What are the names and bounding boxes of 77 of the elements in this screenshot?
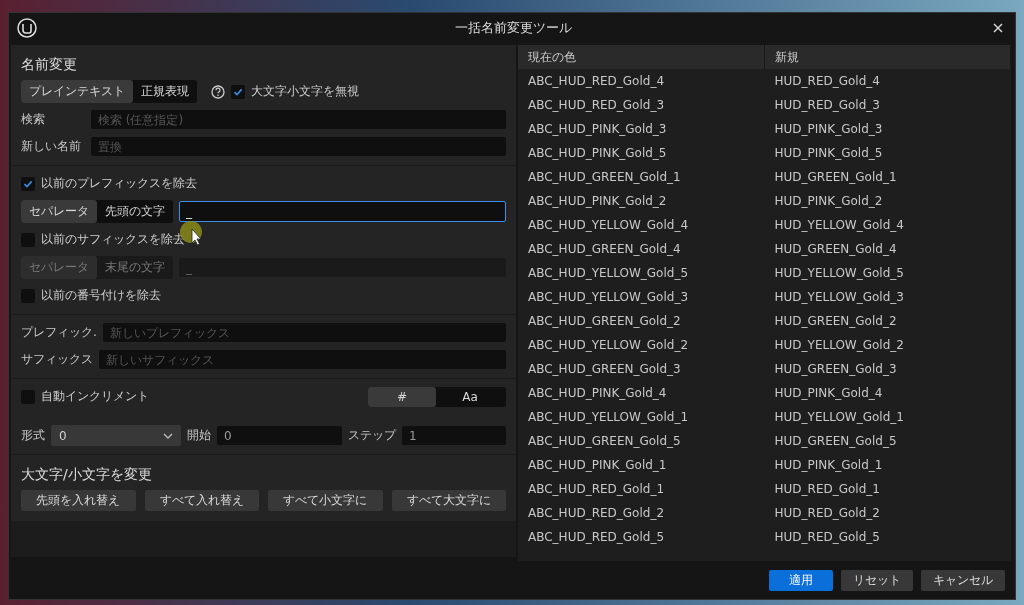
- table-cell-text: HUD_YELLOW_Gold_5: [773, 265, 905, 282]
- table-cell-text: ABC_HUD_PINK_Gold_5: [527, 145, 668, 162]
- table-cell-text: HUD_PINK_Gold_2: [773, 193, 884, 210]
- mode-tab[interactable]: セパレータ: [21, 200, 97, 223]
- dialog-button[interactable]: 適用: [769, 569, 833, 591]
- text-field[interactable]: _: [179, 201, 506, 222]
- field-label: 検索: [21, 111, 46, 128]
- dialog-button[interactable]: キャンセル: [921, 569, 1005, 591]
- window-title: 一括名前変更ツール: [453, 19, 573, 37]
- text-field[interactable]: 検索 (任意指定): [91, 110, 506, 129]
- field-label: 開始: [187, 427, 211, 444]
- table-cell-text: HUD_RED_Gold_5: [773, 529, 881, 546]
- mode-tab[interactable]: #: [368, 386, 436, 407]
- table-cell-text: HUD_GREEN_Gold_3: [773, 361, 898, 378]
- table-cell-text: HUD_RED_Gold_1: [773, 481, 881, 498]
- table-cell-text: ABC_HUD_YELLOW_Gold_3: [527, 289, 690, 306]
- column-header[interactable]: 現在の色: [518, 45, 765, 69]
- table-cell-text: HUD_GREEN_Gold_5: [773, 433, 898, 450]
- checkbox-label: 以前のプレフィックスを除去: [41, 175, 197, 192]
- table-cell-text: HUD_PINK_Gold_5: [773, 145, 884, 162]
- table-cell-text: ABC_HUD_GREEN_Gold_4: [527, 241, 682, 258]
- table-cell-text: ABC_HUD_RED_Gold_1: [527, 481, 666, 498]
- table-cell-text: ABC_HUD_PINK_Gold_3: [527, 121, 668, 138]
- checkbox-label: 以前の番号付けを除去: [41, 287, 161, 304]
- table-cell-text: HUD_PINK_Gold_3: [773, 121, 884, 138]
- case-button[interactable]: 先頭を入れ替え: [21, 490, 136, 511]
- table-cell-text: ABC_HUD_YELLOW_Gold_2: [527, 337, 690, 354]
- field-label: 新しい名前: [21, 138, 82, 155]
- table-cell-text: ABC_HUD_YELLOW_Gold_1: [527, 409, 690, 426]
- field-label: ステップ: [348, 427, 396, 444]
- number-field[interactable]: 1: [402, 426, 506, 445]
- table-cell-text: ABC_HUD_GREEN_Gold_2: [527, 313, 682, 330]
- table-cell-text: ABC_HUD_PINK_Gold_4: [527, 385, 668, 402]
- table-cell-text: HUD_RED_Gold_4: [773, 73, 881, 90]
- table-cell-text: HUD_GREEN_Gold_4: [773, 241, 898, 258]
- mode-tab[interactable]: 正規表現: [133, 80, 197, 103]
- table-cell-text: ABC_HUD_GREEN_Gold_3: [527, 361, 682, 378]
- dialog-button[interactable]: リセット: [841, 569, 913, 591]
- case-button[interactable]: すべて小文字に: [268, 490, 383, 511]
- mode-tab[interactable]: 末尾の文字: [97, 256, 173, 279]
- table-cell-text: ABC_HUD_RED_Gold_3: [527, 97, 666, 114]
- case-button[interactable]: すべて入れ替え: [144, 490, 259, 511]
- case-button[interactable]: すべて大文字に: [391, 490, 506, 511]
- column-header[interactable]: 新規: [764, 45, 1011, 69]
- field-label: サフィックス: [21, 351, 93, 368]
- table-cell-text: HUD_YELLOW_Gold_4: [773, 217, 905, 234]
- table-cell-text: HUD_YELLOW_Gold_2: [773, 337, 905, 354]
- table-cell-text: ABC_HUD_YELLOW_Gold_4: [527, 217, 690, 234]
- table-cell-text: HUD_RED_Gold_3: [773, 97, 881, 114]
- field-label: 形式: [21, 427, 45, 444]
- table-cell-text: ABC_HUD_RED_Gold_4: [527, 73, 666, 90]
- field-label: プレフィック.: [21, 324, 97, 341]
- table-cell-text: ABC_HUD_GREEN_Gold_1: [527, 169, 682, 186]
- text-field[interactable]: 置換: [91, 137, 506, 156]
- table-cell-text: HUD_YELLOW_Gold_1: [773, 409, 905, 426]
- checkbox-label: 以前のサフィックスを除去: [41, 231, 185, 248]
- table-cell-text: ABC_HUD_RED_Gold_2: [527, 505, 666, 522]
- mode-tab[interactable]: Aa: [436, 386, 504, 407]
- table-cell-text: ABC_HUD_PINK_Gold_2: [527, 193, 668, 210]
- section-heading: 大文字/小文字を変更: [21, 466, 153, 484]
- table-cell-text: HUD_PINK_Gold_1: [773, 457, 884, 474]
- table-cell-text: ABC_HUD_PINK_Gold_1: [527, 457, 668, 474]
- checkbox-label: 大文字小文字を無視: [251, 83, 359, 100]
- table-cell-text: HUD_GREEN_Gold_1: [773, 169, 898, 186]
- table-cell-text: ABC_HUD_RED_Gold_5: [527, 529, 666, 546]
- mode-tab[interactable]: プレインテキスト: [21, 80, 133, 103]
- table-cell-text: ABC_HUD_GREEN_Gold_5: [527, 433, 682, 450]
- table-cell-text: HUD_PINK_Gold_4: [773, 385, 884, 402]
- table-cell-text: HUD_GREEN_Gold_2: [773, 313, 898, 330]
- format-dropdown[interactable]: 0: [51, 425, 181, 446]
- mode-tab[interactable]: 先頭の文字: [97, 200, 173, 223]
- table-cell-text: HUD_YELLOW_Gold_3: [773, 289, 905, 306]
- number-field[interactable]: 0: [217, 426, 342, 445]
- section-heading: 名前変更: [21, 56, 78, 74]
- table-cell-text: ABC_HUD_YELLOW_Gold_5: [527, 265, 690, 282]
- checkbox-label: 自動インクリメント: [41, 388, 150, 405]
- table-cell-text: HUD_RED_Gold_2: [773, 505, 881, 522]
